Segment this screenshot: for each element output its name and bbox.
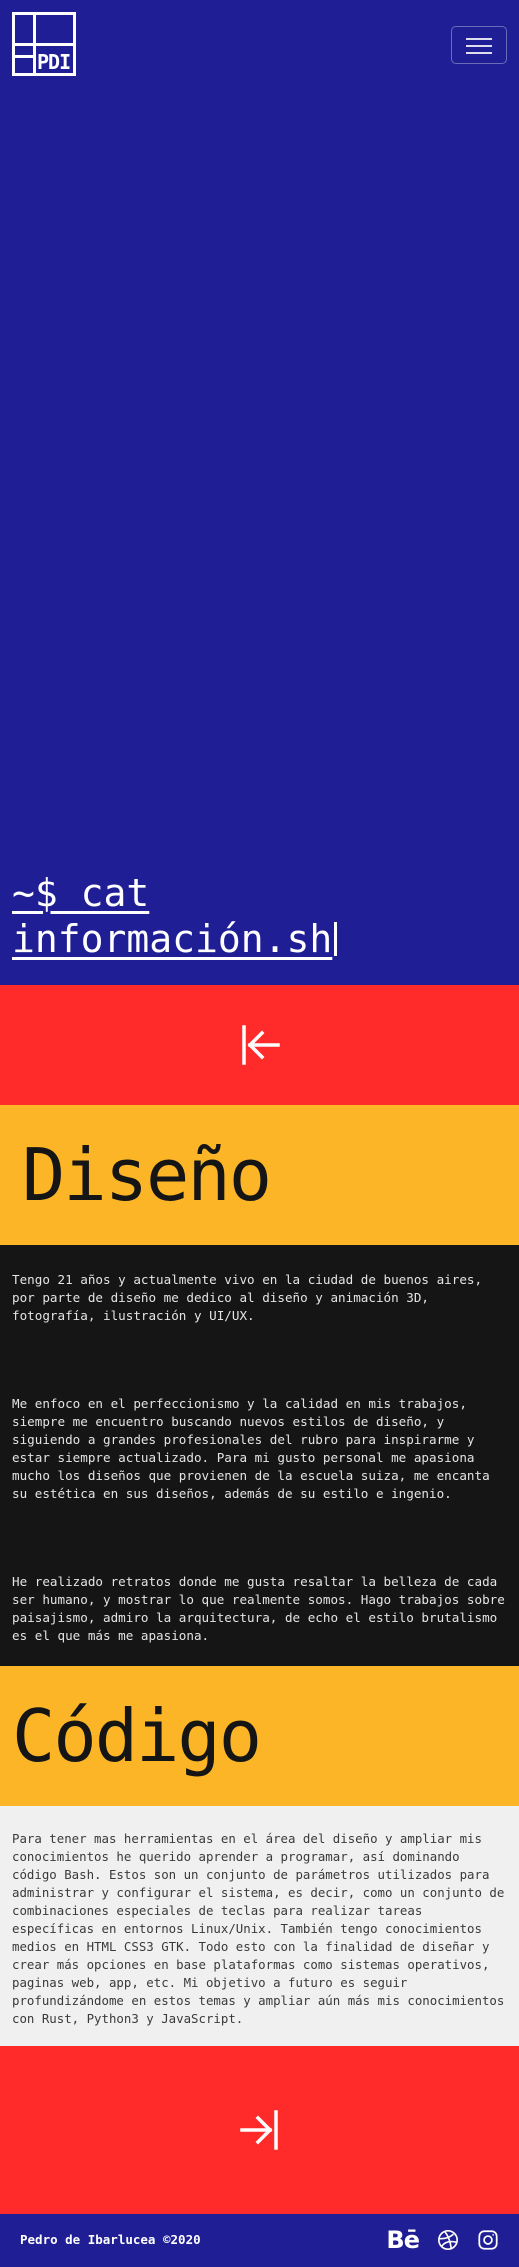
prompt-line-1: ~$ cat bbox=[12, 871, 150, 915]
hamburger-menu-icon bbox=[466, 38, 492, 40]
arrow-left-to-bar-icon[interactable] bbox=[238, 1023, 282, 1067]
dribbble-icon[interactable] bbox=[437, 2229, 459, 2251]
hamburger-line bbox=[466, 52, 492, 54]
design-paragraph: Me enfoco en el perfeccionismo y la cali… bbox=[12, 1396, 490, 1501]
design-paragraph: Tengo 21 años y actualmente vivo en la c… bbox=[12, 1272, 483, 1323]
copyright-text: Pedro de Ibarlucea ©2020 bbox=[20, 2232, 201, 2247]
code-heading: Código bbox=[12, 1694, 262, 1778]
instagram-icon[interactable] bbox=[477, 2229, 499, 2251]
code-paragraph: Para tener mas herramientas en el área d… bbox=[12, 1831, 505, 2026]
design-heading: Diseño bbox=[22, 1133, 272, 1217]
design-paragraph: He realizado retratos donde me gusta res… bbox=[12, 1574, 505, 1643]
arrow-right-to-bar-icon[interactable] bbox=[238, 2108, 282, 2152]
nav-band-top bbox=[0, 985, 519, 1105]
terminal-prompt-title: ~$ cat información.sh bbox=[12, 870, 338, 962]
pdi-logo[interactable]: PDI bbox=[12, 12, 76, 76]
logo-text: PDI bbox=[37, 50, 71, 74]
footer: Pedro de Ibarlucea ©2020 Bē bbox=[0, 2214, 519, 2265]
hero-section: PDI ~$ cat información.sh bbox=[0, 0, 519, 985]
hamburger-menu-button[interactable] bbox=[451, 26, 507, 64]
behance-icon[interactable]: Bē bbox=[386, 2226, 420, 2254]
text-cursor bbox=[334, 922, 338, 956]
logo-horizontal-line-short bbox=[15, 55, 33, 58]
code-content: Para tener mas herramientas en el área d… bbox=[0, 1806, 519, 2046]
logo-horizontal-line bbox=[15, 43, 73, 46]
hamburger-line bbox=[466, 45, 492, 47]
design-content: Tengo 21 años y actualmente vivo en la c… bbox=[0, 1245, 519, 1666]
design-heading-band: Diseño bbox=[0, 1105, 519, 1245]
code-heading-band: Código bbox=[0, 1666, 519, 1806]
social-links: Bē bbox=[386, 2226, 499, 2254]
prompt-line-2: información.sh bbox=[12, 917, 333, 961]
nav-band-bottom bbox=[0, 2046, 519, 2214]
